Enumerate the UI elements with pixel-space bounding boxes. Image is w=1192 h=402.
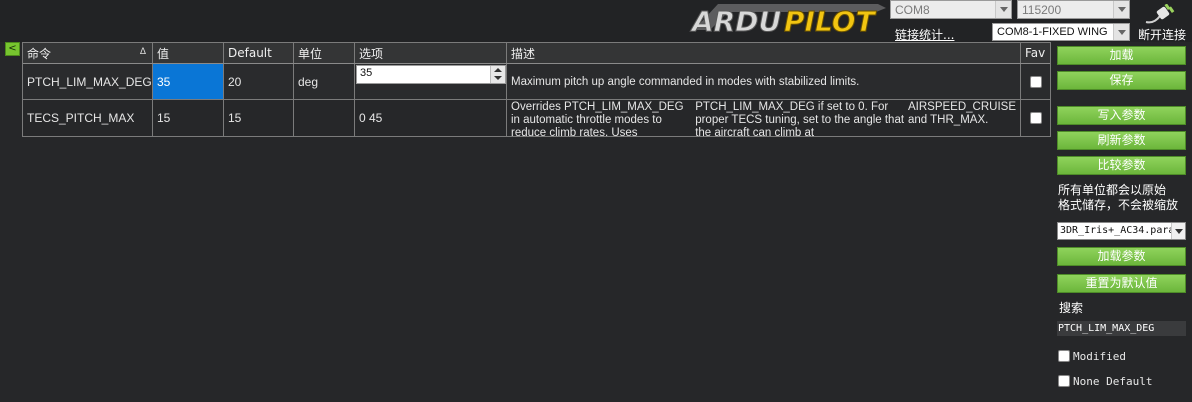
arrow-up-icon[interactable]	[494, 68, 502, 72]
description-line: Maximum pitch up angle commanded in mode…	[511, 75, 860, 88]
refresh-params-button[interactable]: 刷新参数	[1057, 131, 1186, 150]
baud-select[interactable]: 115200	[1017, 0, 1130, 19]
param-unit-cell: deg	[294, 64, 355, 99]
units-note-line: 格式储存，不会被缩放	[1058, 198, 1179, 212]
column-header-label: Default	[228, 46, 272, 60]
vehicle-select[interactable]: COM8-1-FIXED WING	[992, 23, 1130, 41]
param-value-cell[interactable]: 15	[153, 100, 224, 136]
disconnect-label: 断开连接	[1138, 28, 1187, 42]
description-line: AIRSPEED_CRUISE and THR_MAX.	[907, 101, 1016, 126]
sort-ascending-icon: Δ	[139, 47, 146, 57]
param-description-cell: Overrides PTCH_LIM_MAX_DEG in automatic …	[507, 100, 1021, 136]
column-header-label: 选项	[359, 46, 384, 61]
column-header-value[interactable]: 值	[153, 43, 224, 63]
chevron-down-icon	[1113, 1, 1129, 18]
spinbox-buttons[interactable]	[490, 66, 505, 83]
param-fav-cell	[1021, 100, 1051, 136]
reset-default-button[interactable]: 重置为默认值	[1057, 274, 1186, 293]
disconnect-button[interactable]: 断开连接	[1134, 4, 1192, 42]
column-header-default[interactable]: Default	[224, 43, 294, 63]
description-line: Overrides PTCH_LIM_MAX_DEG in automatic …	[511, 101, 684, 136]
column-header-label: 描述	[511, 46, 536, 61]
ardupilot-logo: ARDU PILOT	[690, 4, 886, 36]
chevron-down-icon	[995, 1, 1011, 18]
param-options-cell: 35	[355, 64, 507, 99]
table-row[interactable]: PTCH_LIM_MAX_DEG 35 20 deg 35 Maximum pi…	[23, 64, 1050, 100]
param-default-cell: 20	[224, 64, 294, 99]
description-line: PTCH_LIM_MAX_DEG if set to 0. For proper…	[695, 101, 905, 136]
parameter-table: 命令 Δ 值 Default 单位 选项 描述 Fav PTCH_LIM_MAX…	[22, 42, 1051, 137]
non-default-checkbox[interactable]	[1058, 375, 1070, 387]
param-file-select[interactable]: 3DR_Iris+_AC34.param	[1057, 222, 1186, 240]
param-name-cell[interactable]: TECS_PITCH_MAX	[23, 100, 153, 136]
column-header-command[interactable]: 命令 Δ	[23, 43, 153, 63]
vehicle-select-value: COM8-1-FIXED WING	[997, 26, 1108, 38]
param-default-cell: 15	[224, 100, 294, 136]
search-input[interactable]: PTCH_LIM_MAX_DEG	[1057, 321, 1186, 336]
param-unit-cell	[294, 100, 355, 136]
param-file-value: 3DR_Iris+_AC34.param	[1060, 225, 1181, 236]
table-row[interactable]: TECS_PITCH_MAX 15 15 0 45 Overrides PTCH…	[23, 100, 1050, 136]
units-note-line: 所有单位都会以原始	[1058, 183, 1167, 197]
load-button[interactable]: 加载	[1057, 46, 1186, 65]
value-spinbox[interactable]: 35	[356, 65, 506, 84]
column-header-description[interactable]: 描述	[507, 43, 1021, 63]
load-params-button[interactable]: 加载参数	[1057, 247, 1186, 266]
column-header-label: 值	[157, 46, 170, 61]
favorite-checkbox[interactable]	[1030, 75, 1042, 88]
logo-text-pilot: PILOT	[784, 5, 877, 36]
param-description-cell: Maximum pitch up angle commanded in mode…	[507, 64, 1021, 99]
port-select[interactable]: COM8	[890, 0, 1012, 19]
non-default-filter[interactable]: None Default	[1058, 374, 1152, 388]
spinbox-value: 35	[360, 67, 373, 79]
modified-filter[interactable]: Modified	[1058, 349, 1126, 363]
chevron-down-icon	[1113, 24, 1129, 40]
units-note: 所有单位都会以原始 格式储存，不会被缩放	[1058, 183, 1188, 213]
favorite-checkbox[interactable]	[1030, 112, 1042, 124]
chevron-down-icon	[1171, 223, 1185, 239]
table-header: 命令 Δ 值 Default 单位 选项 描述 Fav	[23, 43, 1050, 64]
logo-text-ardu: ARDU	[690, 5, 781, 36]
param-value-cell[interactable]: 35	[153, 64, 224, 99]
non-default-label: None Default	[1073, 374, 1153, 388]
link-stats-link[interactable]: 链接统计...	[895, 26, 954, 43]
column-header-label: Fav	[1025, 46, 1046, 60]
baud-select-value: 115200	[1022, 3, 1062, 17]
column-header-options[interactable]: 选项	[355, 43, 507, 63]
top-bar: ARDU PILOT COM8 115200 链接统计... COM8-1-FI…	[0, 0, 1192, 42]
column-header-label: 命令	[27, 46, 52, 61]
modified-checkbox[interactable]	[1058, 350, 1070, 362]
save-button[interactable]: 保存	[1057, 71, 1186, 90]
compare-params-button[interactable]: 比较参数	[1057, 156, 1186, 175]
port-select-value: COM8	[895, 3, 930, 17]
column-header-fav[interactable]: Fav	[1021, 43, 1051, 63]
write-params-button[interactable]: 写入参数	[1057, 106, 1186, 125]
param-options-cell: 0 45	[355, 100, 507, 136]
param-name-cell[interactable]: PTCH_LIM_MAX_DEG	[23, 64, 153, 99]
search-label: 搜索	[1059, 301, 1084, 315]
param-fav-cell	[1021, 64, 1051, 99]
chevron-left-icon: <	[8, 43, 17, 54]
modified-label: Modified	[1073, 349, 1126, 363]
arrow-down-icon[interactable]	[494, 76, 502, 80]
column-header-unit[interactable]: 单位	[294, 43, 355, 63]
collapse-panel-button[interactable]: <	[5, 42, 20, 56]
column-header-label: 单位	[298, 46, 323, 61]
plug-icon	[1145, 4, 1175, 24]
